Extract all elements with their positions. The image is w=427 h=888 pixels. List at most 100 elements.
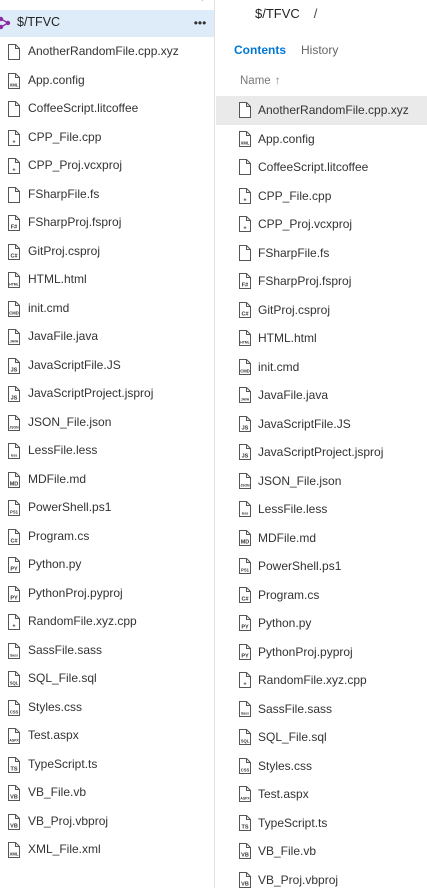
- tree-item-row[interactable]: + CPP_Proj.vcxproj: [0, 151, 214, 180]
- tree-item-row[interactable]: TS TypeScript.ts: [0, 750, 214, 779]
- svg-text:C#: C#: [10, 253, 17, 259]
- tree-item-row[interactable]: MD MDFile.md: [0, 465, 214, 494]
- file-row[interactable]: ASPX Test.aspx: [216, 780, 427, 809]
- tree-item-row[interactable]: ASPX Test.aspx: [0, 721, 214, 750]
- file-row[interactable]: HTML HTML.html: [216, 324, 427, 353]
- file-row[interactable]: CSS Styles.css: [216, 752, 427, 781]
- file-name: HTML.html: [258, 331, 317, 345]
- tree-item-name: TypeScript.ts: [28, 756, 98, 771]
- tree-item-row[interactable]: JSON JSON_File.json: [0, 408, 214, 437]
- file-name: RandomFile.xyz.cpp: [258, 673, 367, 687]
- file-row[interactable]: less LessFile.less: [216, 495, 427, 524]
- file-row[interactable]: CMD init.cmd: [216, 353, 427, 382]
- tree-item-row[interactable]: HTML HTML.html: [0, 265, 214, 294]
- file-row[interactable]: Sass SassFile.sass: [216, 695, 427, 724]
- tree-item-row[interactable]: PS1 PowerShell.ps1: [0, 493, 214, 522]
- svg-text:less: less: [11, 454, 18, 458]
- tree-item-row[interactable]: Sass SassFile.sass: [0, 636, 214, 665]
- file-row[interactable]: JSON JSON_File.json: [216, 467, 427, 496]
- file-name: Python.py: [258, 616, 312, 630]
- file-row[interactable]: FSharpFile.fs: [216, 239, 427, 268]
- tree-item-row[interactable]: CoffeeScript.litcoffee: [0, 94, 214, 123]
- file-row[interactable]: C# GitProj.csproj: [216, 296, 427, 325]
- svg-text:JS: JS: [11, 367, 18, 373]
- css-file-icon: CSS: [7, 699, 21, 716]
- tree-item-row[interactable]: PY Python.py: [0, 550, 214, 579]
- file-row[interactable]: + CPP_Proj.vcxproj: [216, 210, 427, 239]
- py-project-icon: PY: [7, 585, 21, 602]
- js-project-icon: JS: [238, 444, 252, 460]
- file-name: CPP_File.cpp: [258, 188, 332, 203]
- tab-history[interactable]: History: [301, 43, 338, 57]
- file-name: SQL_File.sql: [258, 730, 327, 744]
- name-column-header[interactable]: Name ↑: [240, 75, 280, 87]
- file-name: JSON_File.json: [258, 473, 342, 488]
- file-row[interactable]: AnotherRandomFile.cpp.xyz: [216, 96, 427, 125]
- file-row[interactable]: PY Python.py: [216, 609, 427, 638]
- file-row[interactable]: PS1 PowerShell.ps1: [216, 552, 427, 581]
- tree-item-name: App.config: [28, 72, 85, 87]
- tree-item-row[interactable]: + CPP_File.cpp: [0, 123, 214, 152]
- file-row[interactable]: XML App.config: [216, 125, 427, 154]
- tree-item-row[interactable]: JS JavaScriptProject.jsproj: [0, 379, 214, 408]
- fsharp-project-icon: F#: [7, 215, 21, 231]
- file-row[interactable]: CoffeeScript.litcoffee: [216, 153, 427, 182]
- tree-item-name: GitProj.csproj: [28, 243, 101, 258]
- file-row[interactable]: JAVA JavaFile.java: [216, 381, 427, 410]
- tree-item-row[interactable]: JS JavaScriptFile.JS: [0, 351, 214, 380]
- tree-item-row[interactable]: AnotherRandomFile.cpp.xyz: [0, 37, 214, 66]
- xml-file-icon: XML: [7, 72, 21, 89]
- file-row[interactable]: + RandomFile.xyz.cpp: [216, 666, 427, 695]
- file-row[interactable]: F# FSharpProj.fsproj: [216, 267, 427, 296]
- tree-item-row[interactable]: XML App.config: [0, 66, 214, 95]
- file-row[interactable]: SQL SQL_File.sql: [216, 723, 427, 752]
- tree-item-row[interactable]: JAVA JavaFile.java: [0, 322, 214, 351]
- tree-item-name: PowerShell.ps1: [28, 500, 112, 514]
- tree-item-row[interactable]: C# Program.cs: [0, 522, 214, 551]
- tree-item-row[interactable]: XML XML_File.xml: [0, 835, 214, 864]
- file-row[interactable]: + CPP_File.cpp: [216, 182, 427, 211]
- aspx-file-icon: ASPX: [238, 786, 252, 802]
- tree-item-row[interactable]: VB VB_File.vb: [0, 778, 214, 807]
- svg-text:CMD: CMD: [9, 310, 19, 315]
- more-actions-button[interactable]: •••: [191, 16, 209, 30]
- svg-text:MD: MD: [241, 539, 250, 545]
- chevron-icon[interactable]: ‹: [200, 0, 212, 4]
- svg-text:+: +: [243, 197, 246, 203]
- file-row[interactable]: JS JavaScriptFile.JS: [216, 410, 427, 439]
- tree-item-row[interactable]: CSS Styles.css: [0, 693, 214, 722]
- tree-item-row[interactable]: FSharpFile.fs: [0, 180, 214, 209]
- file-row[interactable]: TS TypeScript.ts: [216, 809, 427, 838]
- file-row[interactable]: MD MDFile.md: [216, 524, 427, 553]
- file-row[interactable]: JS JavaScriptProject.jsproj: [216, 438, 427, 467]
- file-row[interactable]: VB VB_File.vb: [216, 837, 427, 866]
- file-row[interactable]: C# Program.cs: [216, 581, 427, 610]
- file-name: CPP_Proj.vcxproj: [258, 217, 353, 231]
- svg-text:HTML: HTML: [9, 283, 18, 287]
- file-row[interactable]: VB VB_Proj.vbproj: [216, 866, 427, 888]
- svg-text:PS1: PS1: [241, 568, 250, 573]
- tree-item-name: Styles.css: [28, 699, 83, 714]
- js-project-icon: JS: [7, 386, 21, 402]
- file-row[interactable]: PY PythonProj.pyproj: [216, 638, 427, 667]
- fsharp-project-icon: F#: [238, 273, 252, 289]
- file-name: Styles.css: [258, 758, 313, 773]
- tree-item-row[interactable]: + RandomFile.xyz.cpp: [0, 607, 214, 636]
- tree-item-row[interactable]: C# GitProj.csproj: [0, 237, 214, 266]
- tree-item-row[interactable]: CMD init.cmd: [0, 294, 214, 323]
- svg-text:ASPX: ASPX: [9, 739, 19, 743]
- file-tree-panel: ‹ $/TFVC ••• AnotherRandomFile.cpp.xyz XM…: [0, 0, 215, 888]
- svg-text:PY: PY: [241, 625, 249, 631]
- tree-root-row[interactable]: $/TFVC •••: [0, 10, 214, 37]
- tree-item-row[interactable]: PY PythonProj.pyproj: [0, 579, 214, 608]
- tree-item-row[interactable]: VB VB_Proj.vbproj: [0, 807, 214, 836]
- csharp-project-icon: C#: [7, 243, 21, 260]
- tree-item-row[interactable]: SQL SQL_File.sql: [0, 664, 214, 693]
- svg-text:PY: PY: [241, 653, 249, 659]
- tab-contents[interactable]: Contents: [234, 43, 286, 57]
- tree-item-row[interactable]: less LessFile.less: [0, 436, 214, 465]
- breadcrumb-path[interactable]: $/TFVC: [255, 6, 300, 21]
- generic-file-icon: [238, 244, 252, 261]
- svg-text:SQL: SQL: [241, 739, 250, 744]
- tree-item-row[interactable]: F# FSharpProj.fsproj: [0, 208, 214, 237]
